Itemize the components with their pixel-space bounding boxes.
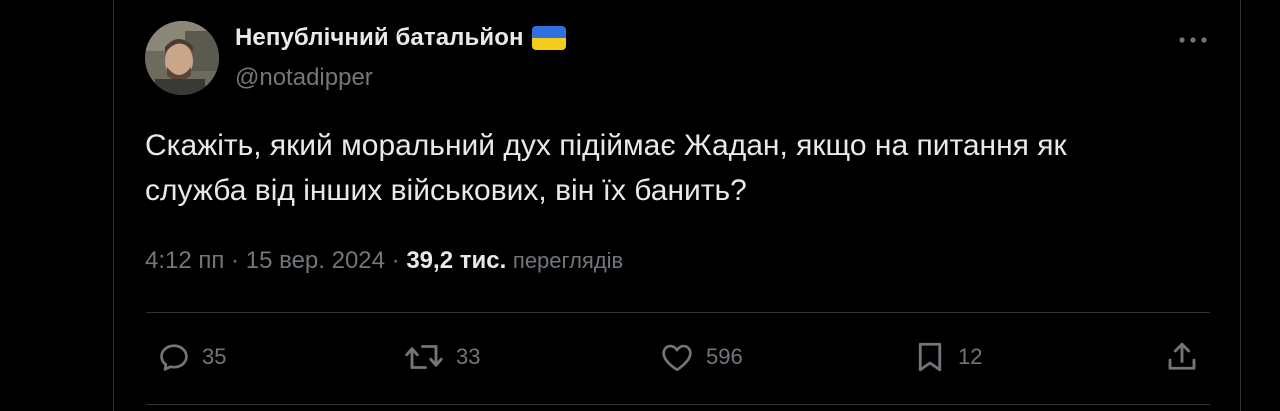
bottom-divider [146, 404, 1210, 405]
tweet-meta: 4:12 пп · 15 вер. 2024 · 39,2 тис. перег… [145, 247, 623, 275]
tweet-date[interactable]: 15 вер. 2024 [246, 247, 385, 274]
reply-count: 35 [202, 344, 227, 369]
reply-icon [160, 344, 188, 371]
like-button[interactable]: 596 [658, 338, 743, 376]
tweet-text-line: Скажіть, який моральний дух підіймає Жад… [145, 129, 1067, 162]
like-count: 596 [706, 344, 743, 369]
bookmark-button[interactable]: 12 [912, 338, 982, 376]
share-button[interactable] [1164, 338, 1200, 376]
repost-count: 33 [456, 344, 481, 369]
repost-button[interactable]: 33 [402, 338, 480, 376]
avatar[interactable] [145, 21, 219, 95]
tweet-time[interactable]: 4:12 пп [145, 247, 224, 274]
reply-button[interactable]: 35 [156, 338, 226, 376]
meta-separator: · [231, 247, 246, 274]
heart-icon [662, 344, 692, 372]
tweet-text: Скажіть, який моральний дух підіймає Жад… [145, 123, 1145, 213]
bookmark-icon [918, 342, 942, 372]
meta-separator: · [391, 247, 407, 274]
avatar-photo [145, 21, 219, 95]
share-icon [1168, 342, 1196, 370]
author-name-row[interactable]: Непублічний батальйон [235, 24, 566, 52]
author-handle[interactable]: @notadipper [235, 64, 373, 92]
tweet-text-line: служба від інших військових, він їх бани… [145, 174, 747, 207]
views-count: 39,2 тис. [406, 247, 507, 274]
bookmark-count: 12 [958, 344, 983, 369]
repost-icon [405, 345, 443, 369]
views-label: переглядів [512, 248, 624, 273]
more-options-icon[interactable] [1176, 26, 1210, 54]
divider [146, 312, 1210, 313]
ukraine-flag-icon [531, 26, 566, 50]
author-display-name[interactable]: Непублічний батальйон [235, 24, 524, 52]
